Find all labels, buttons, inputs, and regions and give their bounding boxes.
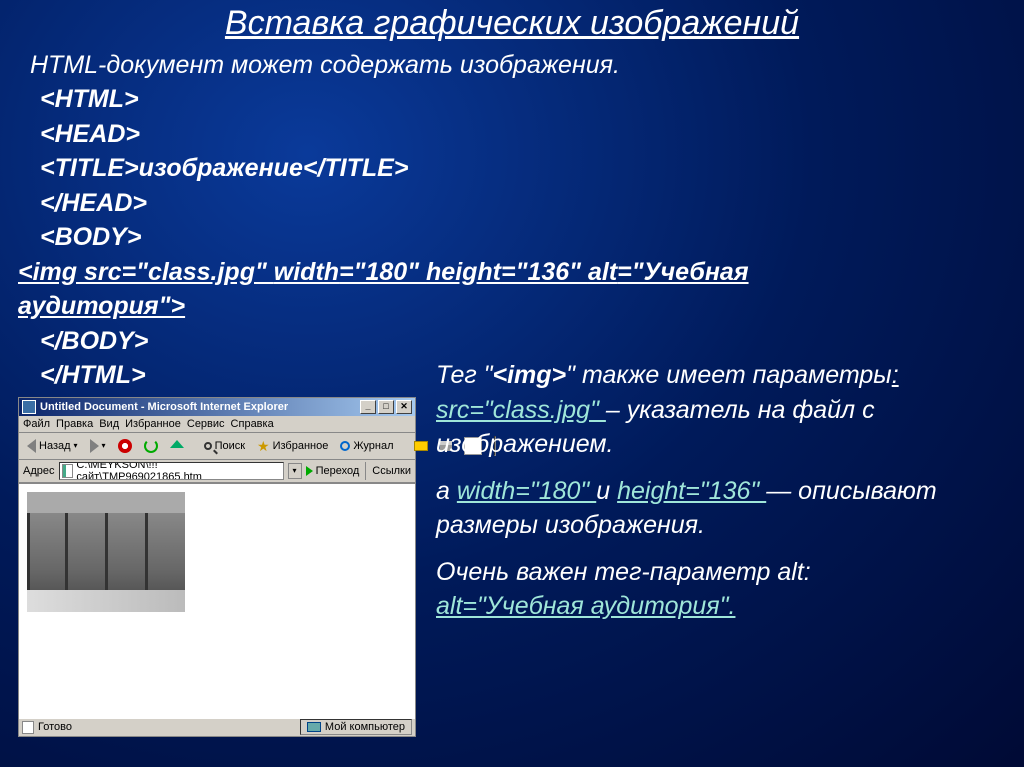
home-button[interactable] — [166, 441, 188, 451]
address-label: Адрес — [23, 465, 55, 477]
code-part: ="180" — [339, 258, 426, 286]
menu-tools[interactable]: Сервис — [187, 418, 225, 430]
code-line: аудитория"> — [18, 289, 1006, 324]
forward-arrow-icon — [90, 439, 99, 453]
text: Тег " — [436, 361, 493, 389]
address-bar: Адрес C:\MEYKSON\!!!сайт\TMP969021865.ht… — [19, 460, 415, 483]
menu-favorites[interactable]: Избранное — [125, 418, 181, 430]
text: " также имеет параметры — [566, 361, 892, 389]
paragraph: Очень важен тег-параметр alt: alt="Учебн… — [436, 555, 1006, 624]
alt-attr: alt — [588, 258, 617, 286]
img-tag-bold: <img> — [493, 361, 567, 389]
height-attr: height — [426, 258, 501, 286]
search-label: Поиск — [215, 440, 245, 452]
paragraph: а width="180" и height="136" — описывают… — [436, 474, 1006, 543]
paragraph: Тег "<img>" также имеет параметры: src="… — [436, 358, 1006, 462]
status-text: Готово — [38, 721, 72, 733]
status-bar: Готово Мой компьютер — [19, 718, 415, 736]
code-line: </BODY> — [40, 324, 1006, 359]
favorites-icon: ★ — [257, 440, 270, 452]
code-block: <HTML> <HEAD> <TITLE>изображение</TITLE>… — [18, 82, 1006, 358]
favorites-label: Избранное — [273, 440, 329, 452]
back-arrow-icon — [27, 439, 36, 453]
links-label[interactable]: Ссылки — [372, 465, 411, 477]
code-line: </HTML> — [40, 358, 418, 393]
go-arrow-icon — [306, 466, 313, 476]
alt-param: alt="Учебная аудитория". — [436, 592, 735, 620]
stop-icon — [118, 439, 132, 453]
mail-icon — [414, 441, 428, 451]
search-icon — [204, 442, 212, 450]
text: Очень важен тег-параметр alt: — [436, 558, 811, 586]
menu-bar: Файл Правка Вид Избранное Сервис Справка — [19, 416, 415, 433]
code-part: аудитория"> — [18, 292, 185, 320]
minimize-button[interactable]: _ — [360, 400, 376, 414]
toolbar: Назад ▾ ▾ Поиск ★Избранное Журнал — [19, 433, 415, 460]
computer-icon — [307, 722, 321, 732]
security-zone: Мой компьютер — [300, 719, 412, 735]
go-label: Переход — [316, 465, 360, 477]
window-titlebar: Untitled Document - Microsoft Internet E… — [19, 398, 415, 416]
history-button[interactable]: Журнал — [336, 439, 397, 453]
window-title: Untitled Document - Microsoft Internet E… — [40, 401, 288, 413]
explanation-text: Тег "<img>" также имеет параметры: src="… — [436, 358, 1006, 737]
mail-button[interactable] — [410, 440, 432, 452]
code-line: <TITLE>изображение</TITLE> — [40, 151, 1006, 186]
back-label: Назад — [39, 440, 71, 452]
history-icon — [340, 441, 350, 451]
history-label: Журнал — [353, 440, 393, 452]
address-field[interactable]: C:\MEYKSON\!!!сайт\TMP969021865.htm — [59, 462, 284, 480]
page-icon — [62, 464, 74, 478]
code-line: <BODY> — [40, 220, 1006, 255]
refresh-icon — [144, 439, 158, 453]
width-attr: width — [274, 258, 339, 286]
code-part: ="Учебная — [617, 258, 748, 286]
width-param: width="180" — [457, 477, 596, 505]
intro-text: HTML-документ может содержать изображени… — [30, 51, 1006, 80]
code-part: ="136" — [501, 258, 588, 286]
text: а — [436, 477, 457, 505]
close-button[interactable]: ✕ — [396, 400, 412, 414]
forward-button[interactable]: ▾ — [86, 438, 110, 454]
text: и — [596, 477, 617, 505]
code-line: </HEAD> — [40, 186, 1006, 221]
maximize-button[interactable]: □ — [378, 400, 394, 414]
src-param: src="class.jpg" — [436, 396, 606, 424]
stop-button[interactable] — [114, 438, 136, 454]
slide-title: Вставка графических изображений — [18, 4, 1006, 43]
go-button[interactable]: Переход — [306, 465, 360, 477]
menu-edit[interactable]: Правка — [56, 418, 93, 430]
menu-help[interactable]: Справка — [231, 418, 274, 430]
zone-label: Мой компьютер — [325, 721, 405, 733]
classroom-image — [27, 492, 185, 612]
height-param: height="136" — [617, 477, 766, 505]
favorites-button[interactable]: ★Избранное — [253, 439, 332, 453]
page-icon — [22, 721, 34, 734]
code-line-img: <img src="class.jpg" width="180" height=… — [18, 255, 1006, 290]
code-line: <HTML> — [40, 82, 1006, 117]
text: : — [892, 361, 899, 389]
search-button[interactable]: Поиск — [200, 439, 249, 453]
address-dropdown[interactable]: ▾ — [288, 463, 302, 479]
menu-view[interactable]: Вид — [99, 418, 119, 430]
home-icon — [170, 440, 184, 448]
img-tag-part: <img src="class.jpg" — [18, 258, 274, 286]
refresh-button[interactable] — [140, 438, 162, 454]
browser-window: Untitled Document - Microsoft Internet E… — [18, 397, 416, 737]
browser-viewport — [19, 483, 415, 718]
menu-file[interactable]: Файл — [23, 418, 50, 430]
code-line: <HEAD> — [40, 117, 1006, 152]
back-button[interactable]: Назад ▾ — [23, 438, 82, 454]
ie-icon — [22, 400, 36, 414]
address-text: C:\MEYKSON\!!!сайт\TMP969021865.htm — [76, 462, 280, 480]
